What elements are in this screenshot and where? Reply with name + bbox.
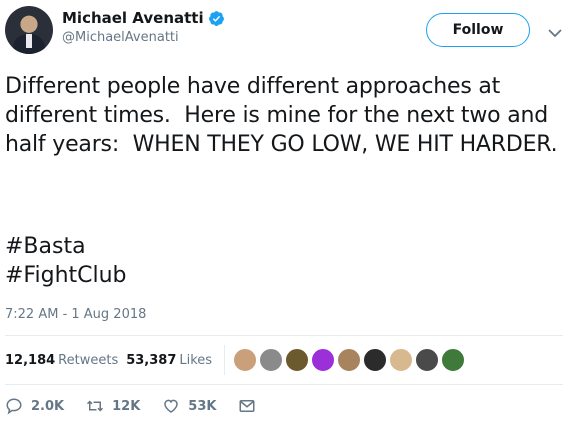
- display-name[interactable]: Michael Avenatti: [62, 9, 204, 27]
- liker-avatar[interactable]: [311, 348, 336, 372]
- retweet-button[interactable]: 12K: [86, 397, 140, 415]
- verified-badge-icon: [208, 10, 224, 26]
- hashtag-link[interactable]: #FightClub: [5, 261, 127, 290]
- heart-icon: [164, 399, 179, 413]
- chevron-down-icon[interactable]: [548, 28, 562, 38]
- reply-count: 2.0K: [31, 398, 65, 414]
- retweets-count: 12,184: [5, 352, 56, 368]
- direct-message-button[interactable]: [238, 397, 264, 415]
- liker-avatar[interactable]: [259, 348, 284, 372]
- retweet-count: 12K: [112, 398, 141, 414]
- reply-icon: [6, 398, 22, 415]
- liker-avatar[interactable]: [233, 348, 258, 372]
- envelope-icon: [239, 400, 255, 412]
- divider: [5, 384, 563, 385]
- author-handle[interactable]: @MichaelAvenatti: [62, 30, 225, 45]
- hashtags: #Basta #FightClub: [5, 232, 127, 290]
- avatar-shirt: [26, 34, 32, 48]
- tweet-stats: 12,184 Retweets 53,387 Likes: [5, 336, 563, 384]
- hashtag-link[interactable]: #Basta: [5, 232, 127, 261]
- liker-avatar[interactable]: [389, 348, 414, 372]
- tweet-header: Michael Avenatti @MichaelAvenatti Follow: [5, 6, 565, 58]
- tweet-text: Different people have different approach…: [5, 74, 558, 157]
- liker-avatar[interactable]: [415, 348, 440, 372]
- display-name-row[interactable]: Michael Avenatti: [62, 9, 225, 27]
- likes-count: 53,387: [126, 352, 177, 368]
- reply-button[interactable]: 2.0K: [5, 397, 64, 415]
- retweets-label: Retweets: [58, 352, 119, 368]
- avatar[interactable]: [5, 6, 53, 54]
- like-count: 53K: [188, 398, 217, 414]
- like-button[interactable]: 53K: [162, 397, 216, 415]
- likes-stat[interactable]: 53,387 Likes: [126, 353, 212, 368]
- likes-label: Likes: [179, 352, 213, 368]
- retweet-icon: [87, 400, 104, 412]
- liker-avatars: [233, 348, 467, 372]
- tweet-actions: 2.0K 12K 53K: [5, 392, 286, 420]
- stats-separator: [224, 345, 226, 375]
- author-block[interactable]: Michael Avenatti @MichaelAvenatti: [62, 9, 225, 45]
- liker-avatar[interactable]: [363, 348, 388, 372]
- liker-avatar[interactable]: [337, 348, 362, 372]
- follow-button[interactable]: Follow: [426, 13, 530, 47]
- retweets-stat[interactable]: 12,184 Retweets: [5, 353, 118, 368]
- liker-avatar[interactable]: [285, 348, 310, 372]
- liker-avatar[interactable]: [441, 348, 466, 372]
- timestamp[interactable]: 7:22 AM - 1 Aug 2018: [5, 307, 146, 322]
